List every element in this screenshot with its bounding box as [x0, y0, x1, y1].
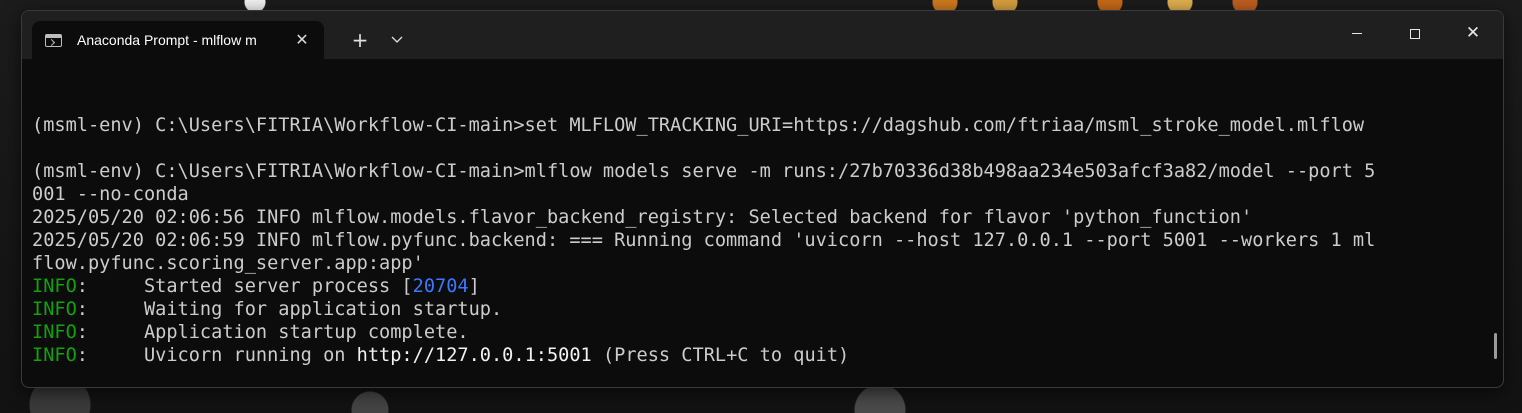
scrollbar-thumb[interactable]: [1494, 333, 1497, 359]
terminal-line: 2025/05/20 02:06:59 INFO mlflow.pyfunc.b…: [32, 230, 1376, 251]
new-tab-button[interactable]: +: [347, 27, 373, 53]
log-line-uvicorn-running: INFO: Uvicorn running on http://127.0.0.…: [32, 344, 1489, 367]
close-icon: ✕: [1465, 23, 1481, 43]
tab-title: Anaconda Prompt - mlflow m: [77, 32, 257, 48]
log-text: ]: [468, 276, 480, 297]
tab-close-icon[interactable]: ✕: [292, 30, 312, 50]
terminal-icon: [45, 33, 62, 47]
close-button[interactable]: ✕: [1444, 11, 1502, 55]
log-text: Started server process [: [143, 276, 413, 297]
log-text: Application startup complete.: [143, 322, 469, 343]
log-line-server-process: INFO: Started server process [20704]: [32, 275, 1489, 298]
info-label: INFO: [32, 345, 77, 366]
log-text: (Press CTRL+C to quit): [591, 345, 850, 366]
minimize-button[interactable]: [1328, 11, 1386, 55]
minimize-icon: [1352, 33, 1362, 34]
log-line-waiting: INFO: Waiting for application startup.: [32, 298, 1489, 321]
info-label: INFO: [32, 299, 77, 320]
log-line-startup-complete: INFO: Application startup complete.: [32, 321, 1489, 344]
log-text: Uvicorn running on: [143, 345, 357, 366]
terminal-line: 001 --no-conda: [32, 184, 189, 205]
terminal-line: (msml-env) C:\Users\FITRIA\Workflow-CI-m…: [32, 115, 1365, 136]
tab-dropdown-chevron-icon[interactable]: [384, 27, 410, 53]
terminal-line: 2025/05/20 02:06:56 INFO mlflow.models.f…: [32, 207, 1253, 228]
process-id: 20704: [412, 276, 469, 297]
terminal-line: flow.pyfunc.scoring_server.app:app': [32, 253, 424, 274]
terminal-output[interactable]: (msml-env) C:\Users\FITRIA\Workflow-CI-m…: [32, 91, 1489, 367]
terminal-window: Anaconda Prompt - mlflow m ✕ + ✕ (msml-e…: [21, 10, 1504, 388]
info-separator: :: [76, 322, 144, 343]
info-separator: :: [76, 345, 144, 366]
info-separator: :: [76, 276, 144, 297]
title-bar[interactable]: Anaconda Prompt - mlflow m ✕ + ✕: [22, 11, 1503, 59]
tab-anaconda-prompt[interactable]: Anaconda Prompt - mlflow m ✕: [32, 21, 324, 59]
terminal-line: (msml-env) C:\Users\FITRIA\Workflow-CI-m…: [32, 161, 1376, 182]
info-label: INFO: [32, 276, 77, 297]
maximize-icon: [1410, 28, 1420, 39]
log-text: Waiting for application startup.: [143, 299, 503, 320]
server-url[interactable]: http://127.0.0.1:5001: [357, 345, 592, 366]
maximize-button[interactable]: [1386, 11, 1444, 55]
info-separator: :: [76, 299, 144, 320]
info-label: INFO: [32, 322, 77, 343]
